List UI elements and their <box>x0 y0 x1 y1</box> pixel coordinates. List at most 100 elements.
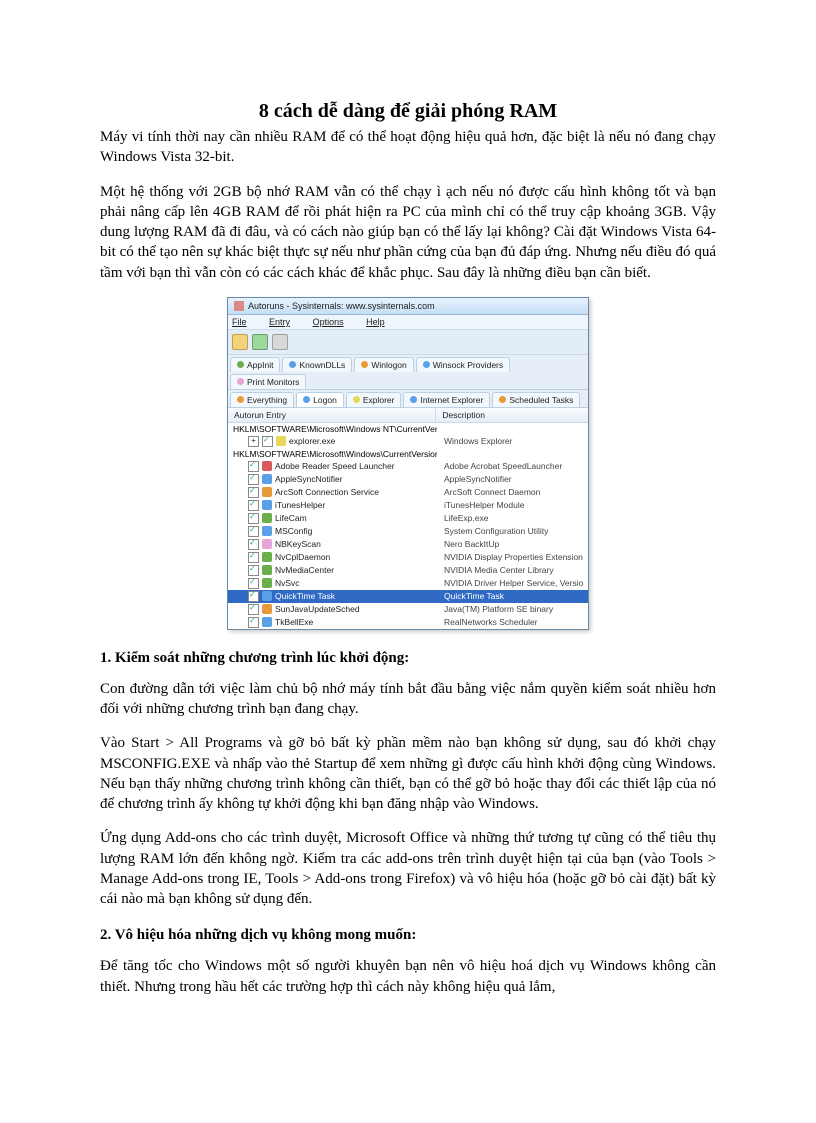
tab-strip-row1: AppInit KnownDLLs Winlogon Winsock Provi… <box>228 355 588 390</box>
list-item[interactable]: NvSvc NVIDIA Driver Helper Service, Versi… <box>228 577 588 590</box>
tab-icon <box>499 396 506 403</box>
checkbox[interactable] <box>248 500 259 511</box>
checkbox[interactable] <box>248 487 259 498</box>
checkbox[interactable] <box>248 552 259 563</box>
item-desc: RealNetworks Scheduler <box>444 617 584 627</box>
checkbox[interactable] <box>248 526 259 537</box>
tab-winsock[interactable]: Winsock Providers <box>416 357 510 372</box>
tab-appinit[interactable]: AppInit <box>230 357 280 372</box>
tab-icon <box>237 396 244 403</box>
tab-winlogon[interactable]: Winlogon <box>354 357 413 372</box>
item-desc: Java(TM) Platform SE binary <box>444 604 584 614</box>
tab-printmonitors[interactable]: Print Monitors <box>230 374 306 389</box>
list-item[interactable]: +explorer.exe Windows Explorer <box>228 435 588 448</box>
item-icon <box>262 565 272 575</box>
list-item[interactable]: SunJavaUpdateSched Java(TM) Platform SE b… <box>228 603 588 616</box>
item-desc: AppleSyncNotifier <box>444 474 584 484</box>
item-name: NvSvc <box>275 578 300 588</box>
menu-file[interactable]: File <box>232 317 257 327</box>
item-desc: NVIDIA Media Center Library <box>444 565 584 575</box>
list-item[interactable]: LifeCam LifeExp.exe <box>228 512 588 525</box>
list-item[interactable]: ArcSoft Connection ServiceArcSoft Connec… <box>228 486 588 499</box>
list-item[interactable]: NvCplDaemon NVIDIA Display Properties Ext… <box>228 551 588 564</box>
expand-icon[interactable]: + <box>248 436 259 447</box>
item-icon <box>262 474 272 484</box>
item-icon <box>262 539 272 549</box>
item-icon <box>262 500 272 510</box>
intro-paragraph-2: Một hệ thống với 2GB bộ nhớ RAM vẫn có t… <box>100 182 716 283</box>
tab-everything[interactable]: Everything <box>230 392 294 407</box>
item-desc: LifeExp.exe <box>444 513 584 523</box>
tab-icon <box>303 396 310 403</box>
toolbar-find-icon[interactable] <box>272 334 288 350</box>
item-desc: NVIDIA Display Properties Extension <box>444 552 584 562</box>
col-autorun-entry[interactable]: Autorun Entry <box>228 408 436 422</box>
list-item[interactable]: MSConfigSystem Configuration Utility <box>228 525 588 538</box>
checkbox[interactable] <box>248 578 259 589</box>
checkbox[interactable] <box>248 565 259 576</box>
tab-icon <box>361 361 368 368</box>
col-description[interactable]: Description <box>436 408 588 422</box>
tab-icon <box>289 361 296 368</box>
app-icon <box>234 301 244 311</box>
list-item[interactable]: Adobe Reader Speed LauncherAdobe Acrobat… <box>228 460 588 473</box>
checkbox[interactable] <box>248 604 259 615</box>
checkbox[interactable] <box>262 436 273 447</box>
checkbox[interactable] <box>248 474 259 485</box>
checkbox[interactable] <box>248 513 259 524</box>
checkbox[interactable] <box>248 461 259 472</box>
menu-help[interactable]: Help <box>366 317 395 327</box>
menu-bar[interactable]: File Entry Options Help <box>228 315 588 330</box>
menu-entry[interactable]: Entry <box>269 317 300 327</box>
checkbox[interactable] <box>248 591 259 602</box>
item-desc: NVIDIA Driver Helper Service, Version 16… <box>444 578 584 588</box>
item-name: SunJavaUpdateSched <box>275 604 360 614</box>
item-icon <box>262 552 272 562</box>
document-page: 8 cách dễ dàng để giải phóng RAM Máy vi … <box>0 0 816 1071</box>
item-desc: ArcSoft Connect Daemon <box>444 487 584 497</box>
screenshot-figure: Autoruns - Sysinternals: www.sysinternal… <box>100 297 716 630</box>
list-header: Autorun Entry Description <box>228 408 588 423</box>
item-name: NBKeyScan <box>275 539 321 549</box>
registry-node[interactable]: HKLM\SOFTWARE\Microsoft\Windows NT\Curre… <box>228 423 588 435</box>
tab-icon <box>410 396 417 403</box>
list-item[interactable]: NvMediaCenter NVIDIA Media Center Library <box>228 564 588 577</box>
toolbar-save-icon[interactable] <box>232 334 248 350</box>
tab-icon <box>237 361 244 368</box>
item-name: NvMediaCenter <box>275 565 334 575</box>
item-icon <box>262 513 272 523</box>
item-icon <box>262 461 272 471</box>
section-1-p3: Ứng dụng Add-ons cho các trình duyệt, Mi… <box>100 828 716 909</box>
item-desc: Nero BackItUp <box>444 539 584 549</box>
tab-logon[interactable]: Logon <box>296 392 344 407</box>
checkbox[interactable] <box>248 617 259 628</box>
toolbar-refresh-icon[interactable] <box>252 334 268 350</box>
item-name: NvCplDaemon <box>275 552 330 562</box>
item-name: iTunesHelper <box>275 500 325 510</box>
tab-scheduledtasks[interactable]: Scheduled Tasks <box>492 392 580 407</box>
item-icon <box>262 526 272 536</box>
list-item[interactable]: TkBellExeRealNetworks Scheduler <box>228 616 588 629</box>
list-item[interactable]: NBKeyScan Nero BackItUp <box>228 538 588 551</box>
registry-node[interactable]: HKLM\SOFTWARE\Microsoft\Windows\CurrentV… <box>228 448 588 460</box>
autorun-list[interactable]: HKLM\SOFTWARE\Microsoft\Windows NT\Curre… <box>228 423 588 629</box>
tab-ie[interactable]: Internet Explorer <box>403 392 490 407</box>
item-desc: Adobe Acrobat SpeedLauncher <box>444 461 584 471</box>
list-item[interactable]: QuickTime TaskQuickTime Task <box>228 590 588 603</box>
tab-explorer[interactable]: Explorer <box>346 392 402 407</box>
tab-knowndlls[interactable]: KnownDLLs <box>282 357 352 372</box>
section-2-p1: Để tăng tốc cho Windows một số người khu… <box>100 956 716 997</box>
checkbox[interactable] <box>248 539 259 550</box>
list-item[interactable]: AppleSyncNotifierAppleSyncNotifier <box>228 473 588 486</box>
window-titlebar: Autoruns - Sysinternals: www.sysinternal… <box>228 298 588 315</box>
item-desc: QuickTime Task <box>444 591 584 601</box>
item-icon <box>262 578 272 588</box>
item-desc: System Configuration Utility <box>444 526 584 536</box>
item-name: LifeCam <box>275 513 307 523</box>
menu-options[interactable]: Options <box>313 317 354 327</box>
tab-icon <box>237 378 244 385</box>
intro-paragraph-1: Máy vi tính thời nay cần nhiều RAM để có… <box>100 127 716 168</box>
tab-strip-row2: Everything Logon Explorer Internet Explo… <box>228 390 588 408</box>
item-icon <box>262 617 272 627</box>
list-item[interactable]: iTunesHelperiTunesHelper Module <box>228 499 588 512</box>
